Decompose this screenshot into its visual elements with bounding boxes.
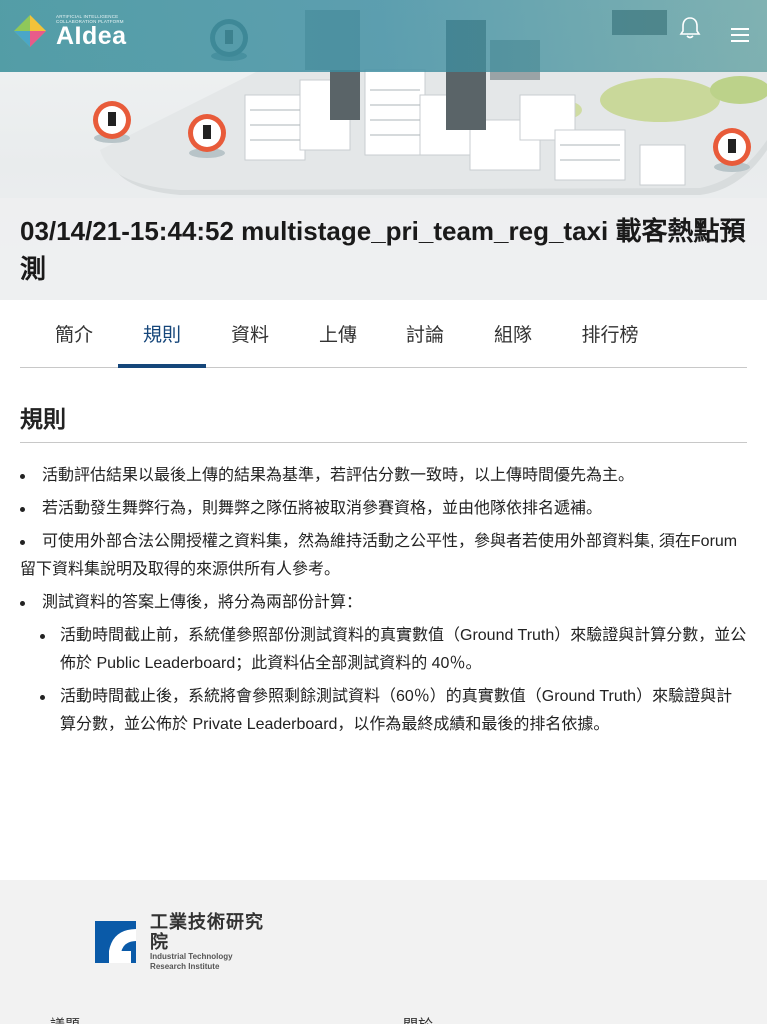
rule-item: 若活動發生舞弊行為，則舞弊之隊伍將被取消參賽資格，並由他隊依排名遞補。 <box>20 495 747 523</box>
footer-link-topics[interactable]: 議題 <box>50 1014 80 1024</box>
top-header: ARTIFICIAL INTELLIGENCE COLLABORATION PL… <box>0 0 767 72</box>
taxi-pin-icon <box>93 101 131 143</box>
itri-mark-icon <box>95 921 137 963</box>
footer: 工業技術研究院 Industrial Technology Research I… <box>0 880 767 1024</box>
tab-leaderboard[interactable]: 排行榜 <box>574 310 646 368</box>
itri-name-cn: 工業技術研究院 <box>150 912 265 952</box>
title-id: 03/14/21-15:44:52 multistage_pri_team_re… <box>20 216 609 246</box>
tab-bar: 簡介 規則 資料 上傳 討論 組隊 排行榜 <box>20 310 747 368</box>
aidea-logo[interactable]: ARTIFICIAL INTELLIGENCE COLLABORATION PL… <box>12 12 132 50</box>
rule-item: 活動評估結果以最後上傳的結果為基準，若評估分數一致時，以上傳時間優先為主。 <box>20 462 747 490</box>
tab-intro[interactable]: 簡介 <box>36 310 112 368</box>
page-title: 03/14/21-15:44:52 multistage_pri_team_re… <box>20 212 755 288</box>
rule-item: 測試資料的答案上傳後，將分為兩部份計算： <box>20 589 747 617</box>
footer-link-about[interactable]: 關於 <box>403 1014 433 1024</box>
itri-name-en-2: Research Institute <box>150 962 220 971</box>
section-title: 規則 <box>20 402 747 443</box>
logo-mark-icon <box>12 13 48 49</box>
rule-item: 可使用外部合法公開授權之資料集，然為維持活動之公平性，參與者若使用外部資料集, … <box>20 528 747 584</box>
itri-name-en-1: Industrial Technology <box>150 952 233 961</box>
sub-rule-item: 活動時間截止後，系統將會參照剩餘測試資料（60％）的真實數值（Ground Tr… <box>40 683 747 739</box>
rules-list: 活動評估結果以最後上傳的結果為基準，若評估分數一致時，以上傳時間優先為主。 若活… <box>20 462 747 744</box>
tab-upload[interactable]: 上傳 <box>300 310 376 368</box>
tab-rules[interactable]: 規則 <box>118 310 206 368</box>
page: ARTIFICIAL INTELLIGENCE COLLABORATION PL… <box>0 0 767 1024</box>
sub-rule-item: 活動時間截止前，系統僅參照部份測試資料的真實數值（Ground Truth）來驗… <box>40 622 747 678</box>
tab-team[interactable]: 組隊 <box>475 310 551 368</box>
tab-discussion[interactable]: 討論 <box>387 310 463 368</box>
notification-bell-icon[interactable] <box>679 16 701 40</box>
itri-logo[interactable]: 工業技術研究院 Industrial Technology Research I… <box>95 912 280 971</box>
tab-data[interactable]: 資料 <box>212 310 288 368</box>
logo-name: AIdea <box>56 22 127 50</box>
hamburger-menu-icon[interactable] <box>729 26 751 44</box>
